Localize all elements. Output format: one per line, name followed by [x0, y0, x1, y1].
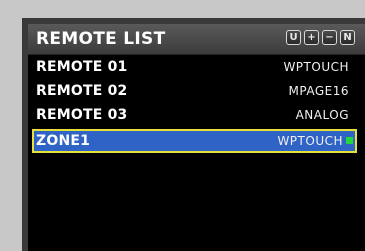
remote-type: WPTOUCH: [283, 60, 349, 74]
add-remote-button[interactable]: +: [304, 30, 319, 45]
remote-list-header: REMOTE LIST U + − N: [28, 24, 365, 55]
remote-name: ZONE1: [36, 133, 91, 149]
list-item-selected[interactable]: ZONE1 WPTOUCH: [32, 129, 357, 153]
remote-list-panel: REMOTE LIST U + − N REMOTE 01 WPTOUCH RE…: [22, 18, 365, 251]
header-button-group: U + − N: [286, 30, 355, 45]
update-button[interactable]: U: [286, 30, 301, 45]
remote-type: WPTOUCH: [277, 134, 343, 148]
list-item[interactable]: REMOTE 02 MPAGE16: [28, 79, 365, 103]
list-item[interactable]: REMOTE 03 ANALOG: [28, 103, 365, 127]
remove-remote-button[interactable]: −: [322, 30, 337, 45]
remote-type: ANALOG: [295, 108, 349, 122]
remote-type: MPAGE16: [288, 84, 349, 98]
remote-list: REMOTE 01 WPTOUCH REMOTE 02 MPAGE16 REMO…: [28, 55, 365, 153]
remote-list-title: REMOTE LIST: [36, 29, 166, 49]
new-remote-button[interactable]: N: [340, 30, 355, 45]
list-item[interactable]: REMOTE 01 WPTOUCH: [28, 55, 365, 79]
remote-name: REMOTE 02: [36, 83, 128, 99]
status-indicator-icon: [346, 137, 353, 144]
remote-name: REMOTE 03: [36, 107, 128, 123]
remote-name: REMOTE 01: [36, 59, 128, 75]
